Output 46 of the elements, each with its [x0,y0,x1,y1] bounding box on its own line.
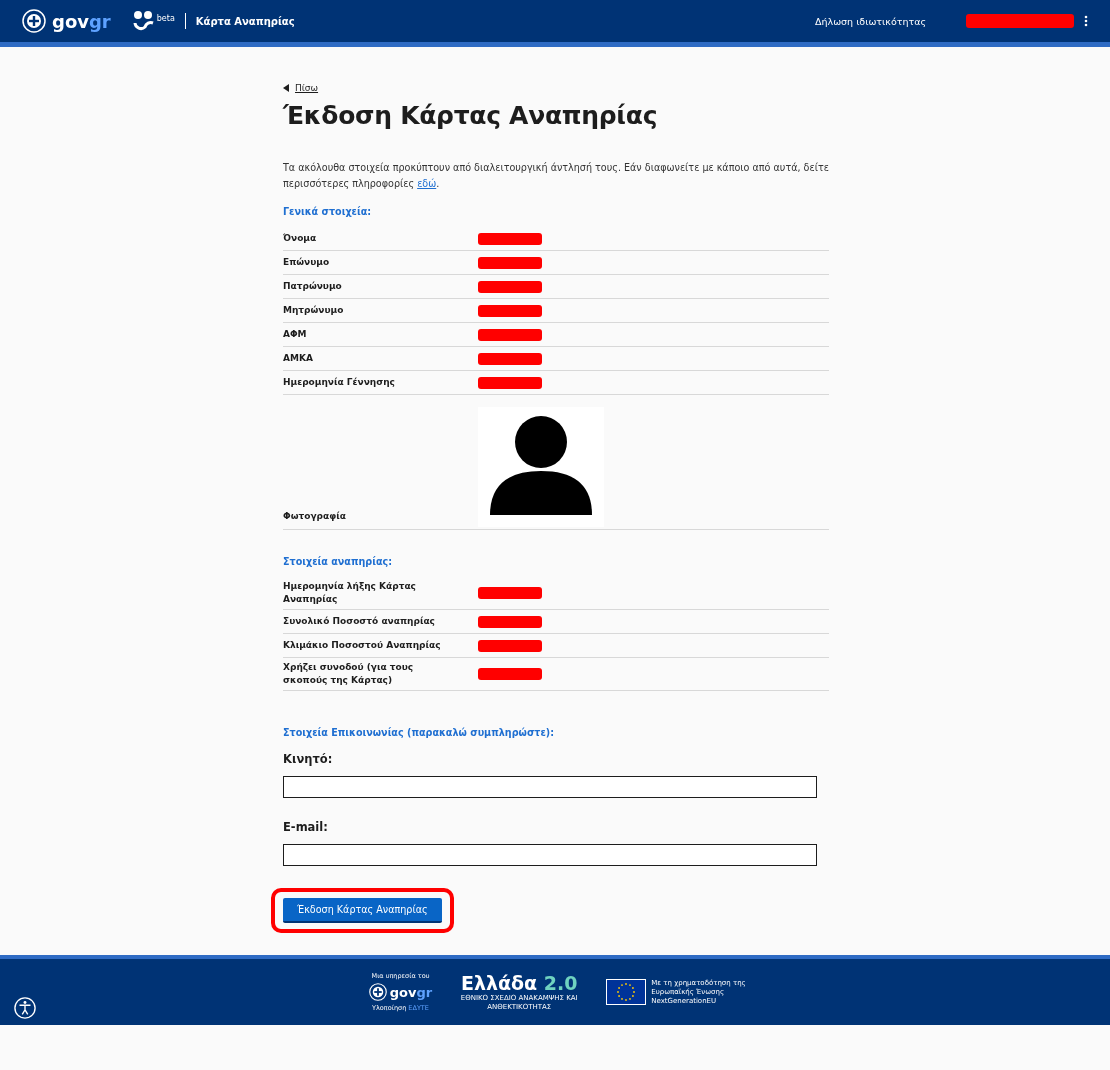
field-label: E-mail: [283,820,329,834]
field-label: Ημερομηνία λήξης Κάρτας Αναπηρίας [283,580,417,606]
field-label: Μητρώνυμο [283,304,345,317]
back-arrow-icon [283,84,289,92]
back-link[interactable]: Πίσω [295,83,319,93]
redaction-mark [478,615,542,628]
redaction-mark [478,304,542,317]
input-field[interactable] [283,844,817,866]
emblem-icon [22,9,46,33]
section-heading: Γενικά στοιχεία: [283,206,373,217]
submit-button[interactable]: Έκδοση Κάρτας Αναπηρίας [283,898,442,923]
accessibility-icon[interactable] [14,997,36,1019]
redaction-mark [478,668,542,680]
redaction-mark [478,328,542,341]
field-label: Συνολικό Ποσοστό αναπηρίας [283,615,436,628]
redaction-mark [478,639,542,652]
section-heading: Στοιχεία αναπηρίας: [283,556,394,567]
field-label: ΑΦΜ [283,328,308,341]
page-title: Έκδοση Κάρτας Αναπηρίας [283,101,659,130]
intro-text: Τα ακόλουθα στοιχεία προκύπτουν από διαλειτουργική άντλησή τους. Εάν διαφωνείτε με κάποιο από αυτά, δείτε περισσότερες πληροφορίες εδώ. [283,161,829,191]
logo-text: govgr [389,984,433,1000]
input-field[interactable] [283,776,817,798]
field-label: Πατρώνυμο [283,280,343,293]
eu-flag-icon [606,979,647,1005]
privacy-link[interactable]: Δήλωση ιδιωτικότητας [815,15,926,27]
redaction-mark [478,376,542,389]
field-label: Κινητό: [283,752,334,766]
emblem-icon [368,983,387,1001]
field-label: ΑΜΚΑ [283,352,314,365]
redaction-mark [478,256,542,269]
more-menu-icon[interactable] [1084,15,1088,27]
redaction-mark [478,352,542,365]
greece-logo-text: Ελλάδα 2.0 [460,972,578,994]
logo-text[interactable]: govgr [52,10,111,32]
field-label: Φωτογραφία [283,510,347,523]
field-label: Κλιμάκιο Ποσοστού Αναπηρίας [283,639,442,652]
redaction-mark [478,280,542,293]
redaction-mark [478,587,542,599]
service-title: Κάρτα Αναπηρίας [195,15,295,27]
field-label: Επώνυμο [283,256,331,269]
field-label: Ημερομηνία Γέννησης [283,376,396,389]
beta-label: beta [156,14,175,23]
redaction-mark [478,232,542,245]
field-label: Χρήζει συνοδού (για τους σκοπούς της Κάρτας) [283,661,415,687]
field-label: Όνομα [283,232,318,245]
section-heading: Στοιχεία Επικοινωνίας (παρακαλώ συμπληρώστε): [283,727,556,738]
